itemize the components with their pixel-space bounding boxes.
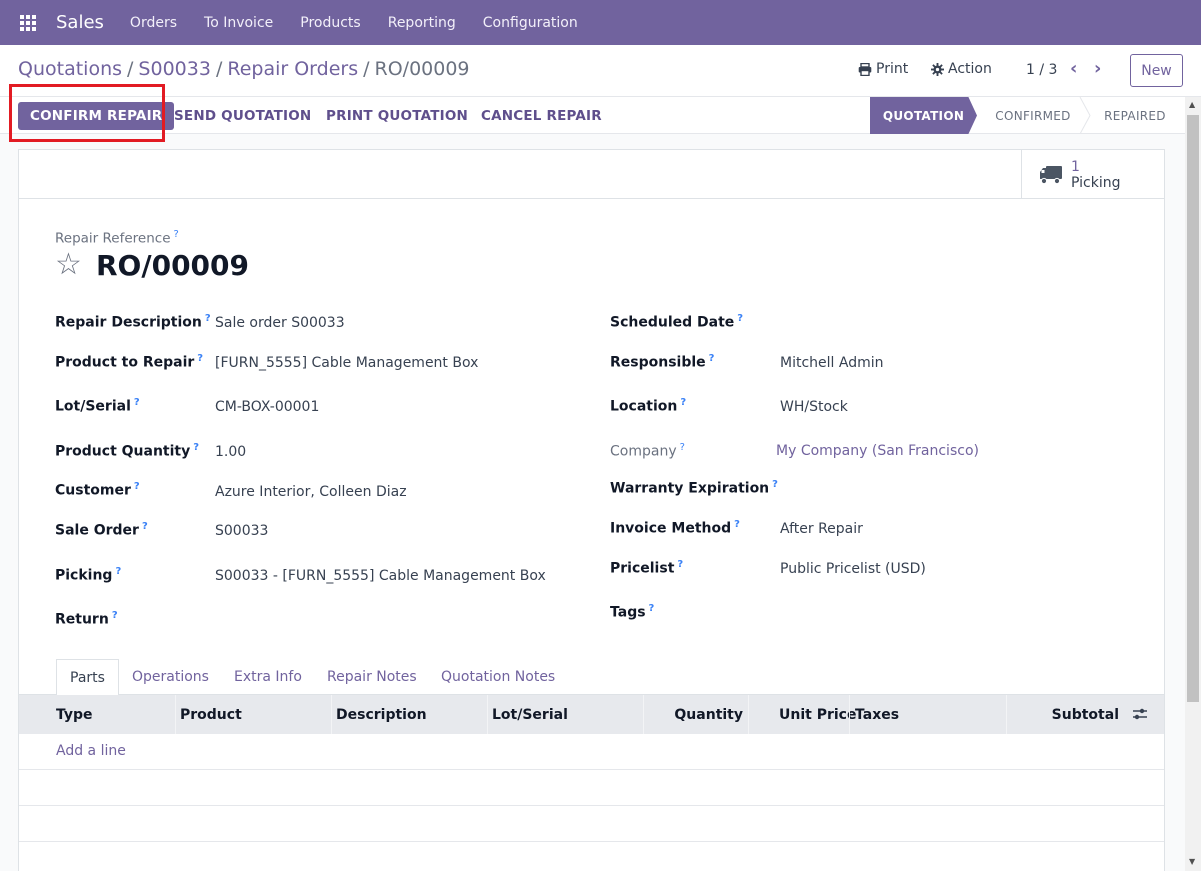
lot-serial-field[interactable]: CM-BOX-00001: [215, 399, 319, 415]
control-panel: Quotations / S00033/Repair Orders / RO/00009…: [0, 45, 1201, 97]
top-navbar: Sales Orders To Invoice Products Reporti…: [0, 0, 1201, 45]
favorite-star-icon[interactable]: ☆: [55, 250, 82, 280]
record-name: RO/00009: [96, 249, 250, 282]
vertical-scrollbar[interactable]: ▲ ▼: [1185, 97, 1201, 871]
invoice-method-field[interactable]: After Repair: [780, 521, 863, 537]
tab-quotation-notes[interactable]: Quotation Notes: [441, 659, 555, 695]
tab-operations[interactable]: Operations: [132, 659, 209, 695]
column-taxes[interactable]: Taxes: [855, 695, 899, 734]
nav-item-configuration[interactable]: Configuration: [483, 15, 578, 31]
smart-button-box: 1 Picking: [19, 150, 1164, 199]
tab-extra-info[interactable]: Extra Info: [234, 659, 302, 695]
customer-field[interactable]: Azure Interior, Colleen Diaz: [215, 484, 407, 500]
column-subtotal[interactable]: Subtotal: [1009, 695, 1119, 734]
picking-smart-button[interactable]: 1 Picking: [1021, 150, 1164, 199]
form-sheet: 1 Picking Repair Reference? ☆ RO/00009 R…: [18, 149, 1165, 871]
breadcrumb-current: RO/00009: [374, 58, 470, 80]
tab-repair-notes[interactable]: Repair Notes: [327, 659, 417, 695]
breadcrumb-sale-order[interactable]: S00033: [138, 58, 211, 80]
stage-quotation[interactable]: QUOTATION: [870, 97, 977, 134]
pricelist-label: Pricelist?: [610, 559, 684, 577]
truck-icon: [1040, 165, 1062, 184]
breadcrumb-quotations[interactable]: Quotations: [18, 58, 122, 80]
nav-item-products[interactable]: Products: [300, 15, 360, 31]
print-quotation-button[interactable]: PRINT QUOTATION: [326, 102, 468, 130]
customer-label: Customer?: [55, 481, 140, 499]
column-type[interactable]: Type: [56, 695, 93, 734]
print-label: Print: [876, 61, 909, 77]
chevron-right-icon[interactable]: ›: [1094, 58, 1101, 79]
picking-field[interactable]: S00033 - [FURN_5555] Cable Management Bo…: [215, 568, 546, 584]
scroll-up-icon[interactable]: ▲: [1189, 100, 1195, 109]
stage-repaired[interactable]: REPAIRED: [1090, 97, 1180, 134]
chevron-left-icon[interactable]: ‹: [1070, 58, 1077, 79]
cancel-repair-button[interactable]: CANCEL REPAIR: [481, 102, 602, 130]
invoice-method-label: Invoice Method?: [610, 519, 740, 537]
action-label: Action: [948, 61, 992, 77]
send-quotation-button[interactable]: SEND QUOTATION: [174, 102, 311, 130]
column-description[interactable]: Description: [336, 695, 427, 734]
tags-label: Tags?: [610, 603, 655, 621]
repair-description-label: Repair Description?: [55, 313, 211, 331]
parts-table-header: Type Product Description Lot/Serial Quan…: [19, 695, 1164, 734]
column-quantity[interactable]: Quantity: [643, 695, 743, 734]
picking-field-label: Picking?: [55, 566, 122, 584]
apps-menu-icon[interactable]: [0, 0, 56, 45]
picking-count: 1: [1071, 158, 1080, 175]
company-field[interactable]: My Company (San Francisco): [776, 443, 979, 459]
pricelist-field[interactable]: Public Pricelist (USD): [780, 561, 926, 577]
pager-value[interactable]: 1 / 3: [1026, 62, 1057, 78]
gear-icon: [931, 62, 944, 76]
company-label: Company?: [610, 442, 685, 460]
table-row: [19, 770, 1164, 806]
add-a-line-link[interactable]: Add a line: [56, 743, 126, 759]
sale-order-label: Sale Order?: [55, 521, 148, 539]
column-unit-price[interactable]: Unit Price: [779, 695, 856, 734]
nav-item-to-invoice[interactable]: To Invoice: [204, 15, 273, 31]
new-button[interactable]: New: [1130, 54, 1183, 87]
product-to-repair-label: Product to Repair?: [55, 353, 204, 371]
product-quantity-label: Product Quantity?: [55, 442, 200, 460]
column-lot-serial[interactable]: Lot/Serial: [492, 695, 568, 734]
table-row: [19, 842, 1164, 871]
sale-order-field[interactable]: S00033: [215, 523, 268, 539]
nav-item-orders[interactable]: Orders: [130, 15, 177, 31]
product-to-repair-field[interactable]: [FURN_5555] Cable Management Box: [215, 355, 478, 371]
scroll-down-icon[interactable]: ▼: [1189, 857, 1195, 866]
scroll-thumb[interactable]: [1187, 115, 1199, 702]
app-name[interactable]: Sales: [56, 12, 104, 33]
repair-reference-label: Repair Reference?: [55, 229, 179, 247]
tab-parts[interactable]: Parts: [56, 659, 119, 696]
product-quantity-field[interactable]: 1.00: [215, 444, 246, 460]
stage-confirmed[interactable]: CONFIRMED: [983, 97, 1083, 134]
status-bar: CONFIRM REPAIR SEND QUOTATION PRINT QUOT…: [0, 97, 1185, 134]
nav-item-reporting[interactable]: Reporting: [388, 15, 456, 31]
responsible-label: Responsible?: [610, 353, 715, 371]
print-button[interactable]: Print: [858, 61, 908, 77]
breadcrumb: Quotations / S00033/Repair Orders / RO/00009: [18, 58, 470, 80]
notebook-tabs: Parts Operations Extra Info Repair Notes…: [19, 659, 1164, 696]
location-label: Location?: [610, 397, 687, 415]
scheduled-date-label: Scheduled Date?: [610, 313, 744, 331]
confirm-repair-highlight: [9, 84, 165, 142]
column-product[interactable]: Product: [180, 695, 242, 734]
lot-serial-label: Lot/Serial?: [55, 397, 140, 415]
picking-label: Picking: [1071, 174, 1121, 191]
table-row: [19, 734, 1164, 770]
location-field[interactable]: WH/Stock: [780, 399, 848, 415]
printer-icon: [858, 62, 872, 76]
column-settings-icon[interactable]: [1132, 707, 1148, 721]
return-label: Return?: [55, 610, 118, 628]
picking-smart-text: 1 Picking: [1071, 159, 1120, 191]
responsible-field[interactable]: Mitchell Admin: [780, 355, 884, 371]
repair-description-field[interactable]: Sale order S00033: [215, 315, 345, 331]
breadcrumb-repair-orders[interactable]: Repair Orders: [227, 58, 358, 80]
table-row: [19, 806, 1164, 842]
action-button[interactable]: Action: [931, 61, 992, 77]
warranty-expiration-label: Warranty Expiration?: [610, 479, 778, 497]
